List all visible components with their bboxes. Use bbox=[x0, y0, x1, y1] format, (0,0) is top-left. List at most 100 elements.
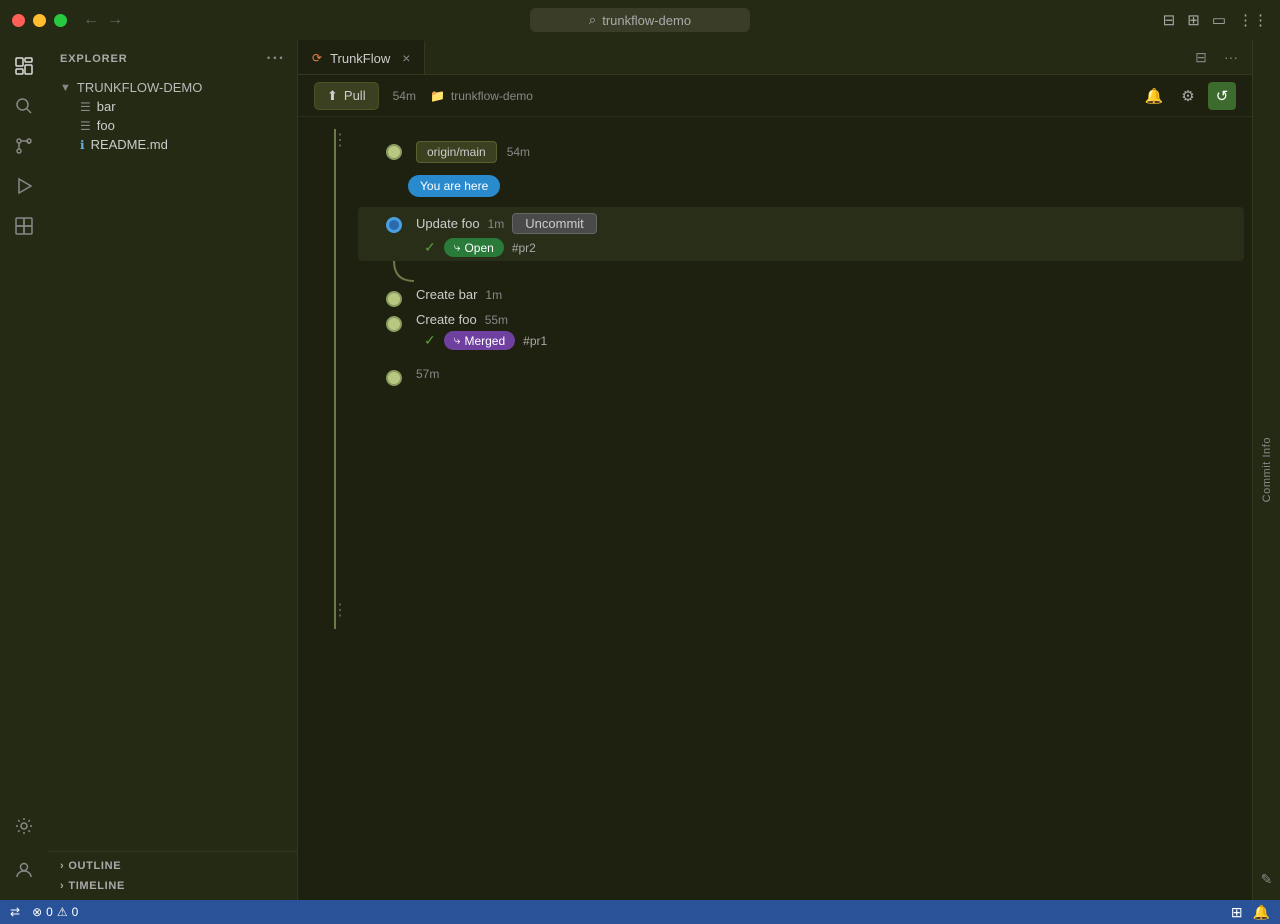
titlebar-actions: ⊟ ⊞ ▭ ⋮⋮ bbox=[1163, 11, 1268, 29]
pull-button[interactable]: ⬆ Pull bbox=[314, 82, 379, 110]
toolbar-right: 🔔 ⚙ ↺ bbox=[1140, 82, 1236, 110]
status-bell-icon[interactable]: 🔔 bbox=[1253, 904, 1270, 921]
error-count: 0 bbox=[46, 905, 53, 919]
status-errors[interactable]: ⊗ 0 ⚠ 0 bbox=[32, 905, 78, 919]
right-panel-label: Commit Info bbox=[1261, 437, 1273, 502]
file-readme[interactable]: ℹ README.md bbox=[48, 135, 297, 154]
merged-badge[interactable]: ⤷ Merged bbox=[444, 331, 515, 350]
update-foo-time: 1m bbox=[488, 217, 505, 231]
file-name-readme: README.md bbox=[91, 137, 168, 152]
activity-git-icon[interactable] bbox=[6, 128, 42, 164]
pull-label: Pull bbox=[344, 88, 366, 103]
main-layout: Explorer ··· ▼ TRUNKFLOW-DEMO ☰ bar ☰ fo… bbox=[0, 40, 1280, 900]
commit-create-bar-row: Create bar 1m bbox=[358, 281, 1252, 306]
pr1-label: #pr1 bbox=[523, 334, 547, 348]
search-text: trunkflow-demo bbox=[602, 13, 691, 28]
refresh-button[interactable]: ↺ bbox=[1208, 82, 1236, 110]
create-bar-time: 1m bbox=[485, 288, 502, 302]
you-are-here-row: You are here bbox=[358, 171, 1252, 207]
toolbar: ⬆ Pull 54m 📁 trunkflow-demo 🔔 ⚙ ↺ bbox=[298, 75, 1252, 117]
activity-explorer-icon[interactable] bbox=[6, 48, 42, 84]
file-icon-foo: ☰ bbox=[80, 119, 91, 133]
activity-settings-icon[interactable] bbox=[6, 808, 42, 844]
folder-icon: 📁 bbox=[430, 89, 445, 103]
activity-bottom bbox=[6, 808, 42, 892]
bottom-dot bbox=[386, 370, 402, 386]
tab-trunkflow-icon: ⟳ bbox=[312, 51, 322, 65]
search-icon: ⌕ bbox=[589, 12, 596, 28]
activity-run-icon[interactable] bbox=[6, 168, 42, 204]
tab-bar-actions: ⊟ ··· bbox=[1180, 40, 1252, 74]
bottom-time: 57m bbox=[416, 367, 439, 381]
forward-arrow-icon[interactable]: → bbox=[107, 11, 123, 29]
sidebar-more-icon[interactable]: ··· bbox=[266, 50, 285, 68]
tab-bar: ⟳ TrunkFlow × ⊟ ··· bbox=[298, 40, 1252, 75]
status-bar: ⇄ ⊗ 0 ⚠ 0 ⊞ 🔔 bbox=[0, 900, 1280, 924]
tab-more-icon[interactable]: ··· bbox=[1218, 44, 1244, 70]
vertical-line bbox=[334, 129, 336, 629]
titlebar-search[interactable]: ⌕ trunkflow-demo bbox=[530, 8, 750, 32]
origin-main-badge[interactable]: origin/main bbox=[416, 141, 497, 163]
file-bar[interactable]: ☰ bar bbox=[48, 97, 297, 116]
timeline-content: ⋮ origin/main 54m You are here bbox=[298, 117, 1252, 900]
folder-trunkflow-demo[interactable]: ▼ TRUNKFLOW-DEMO bbox=[48, 78, 297, 97]
check-icon-pr2: ✓ bbox=[424, 239, 436, 256]
tab-close-icon[interactable]: × bbox=[402, 50, 410, 66]
origin-content: origin/main 54m bbox=[386, 141, 530, 163]
you-are-here-badge: You are here bbox=[408, 175, 500, 197]
folder-name-label: trunkflow-demo bbox=[451, 89, 533, 103]
activity-account-icon[interactable] bbox=[6, 852, 42, 888]
pr2-label: #pr2 bbox=[512, 241, 536, 255]
origin-dot bbox=[386, 144, 402, 160]
check-icon-pr1: ✓ bbox=[424, 332, 436, 349]
origin-time: 54m bbox=[507, 145, 530, 159]
uncommit-button[interactable]: Uncommit bbox=[512, 213, 597, 234]
sidebar-section-timeline[interactable]: › TIMELINE bbox=[48, 876, 297, 896]
file-foo[interactable]: ☰ foo bbox=[48, 116, 297, 135]
timeline-arrow-icon: › bbox=[60, 880, 64, 892]
activity-extensions-icon[interactable] bbox=[6, 208, 42, 244]
status-remote[interactable]: ⇄ bbox=[10, 905, 20, 919]
navigation-arrows: ← → bbox=[83, 11, 123, 29]
status-layout-icon[interactable]: ⊞ bbox=[1231, 904, 1243, 921]
status-right: ⊞ 🔔 bbox=[1231, 904, 1270, 921]
file-icon-readme: ℹ bbox=[80, 138, 85, 152]
create-foo-main: Create foo 55m bbox=[416, 312, 1252, 327]
create-bar-content: Create bar 1m bbox=[386, 287, 1252, 302]
branch-curve-svg bbox=[378, 261, 428, 291]
open-badge-icon: ⤷ bbox=[454, 240, 461, 255]
edit-icon[interactable]: ✎ bbox=[1261, 871, 1273, 888]
layout-icon[interactable]: ⊞ bbox=[1187, 11, 1200, 29]
editor-area: ⟳ TrunkFlow × ⊟ ··· ⬆ Pull 54m 📁 trunkfl… bbox=[298, 40, 1252, 900]
bell-button[interactable]: 🔔 bbox=[1140, 82, 1168, 110]
sidebar-section-outline[interactable]: › OUTLINE bbox=[48, 856, 297, 876]
open-badge-label: Open bbox=[464, 241, 493, 255]
close-button[interactable] bbox=[12, 14, 25, 27]
update-foo-dot bbox=[386, 217, 402, 233]
merged-badge-label: Merged bbox=[464, 334, 505, 348]
back-arrow-icon[interactable]: ← bbox=[83, 11, 99, 29]
file-name-bar: bar bbox=[97, 99, 116, 114]
settings-button[interactable]: ⚙ bbox=[1174, 82, 1202, 110]
tab-split-icon[interactable]: ⊟ bbox=[1188, 44, 1214, 70]
create-bar-dot bbox=[386, 291, 402, 307]
panel-icon[interactable]: ▭ bbox=[1212, 11, 1226, 29]
split-view-icon[interactable]: ⊟ bbox=[1163, 11, 1176, 29]
maximize-button[interactable] bbox=[54, 14, 67, 27]
activity-search-icon[interactable] bbox=[6, 88, 42, 124]
sidebar: Explorer ··· ▼ TRUNKFLOW-DEMO ☰ bar ☰ fo… bbox=[48, 40, 298, 900]
window-controls bbox=[12, 14, 67, 27]
commit-update-foo-row: Update foo 1m Uncommit ✓ ⤷ Open #pr2 bbox=[358, 207, 1244, 261]
explorer-label: Explorer bbox=[60, 53, 128, 65]
create-foo-content: Create foo 55m ✓ ⤷ Merged #pr1 bbox=[386, 312, 1252, 350]
create-foo-sub: ✓ ⤷ Merged #pr1 bbox=[416, 331, 1252, 350]
bottom-commit-row: 57m bbox=[358, 354, 1252, 385]
create-foo-time: 55m bbox=[485, 313, 508, 327]
open-badge[interactable]: ⤷ Open bbox=[444, 238, 504, 257]
update-foo-title: Update foo bbox=[416, 216, 480, 231]
branch-curve-area bbox=[358, 261, 1252, 281]
more-icon[interactable]: ⋮⋮ bbox=[1238, 11, 1268, 29]
trunkflow-tab[interactable]: ⟳ TrunkFlow × bbox=[298, 40, 425, 74]
minimize-button[interactable] bbox=[33, 14, 46, 27]
pull-icon: ⬆ bbox=[327, 88, 338, 104]
